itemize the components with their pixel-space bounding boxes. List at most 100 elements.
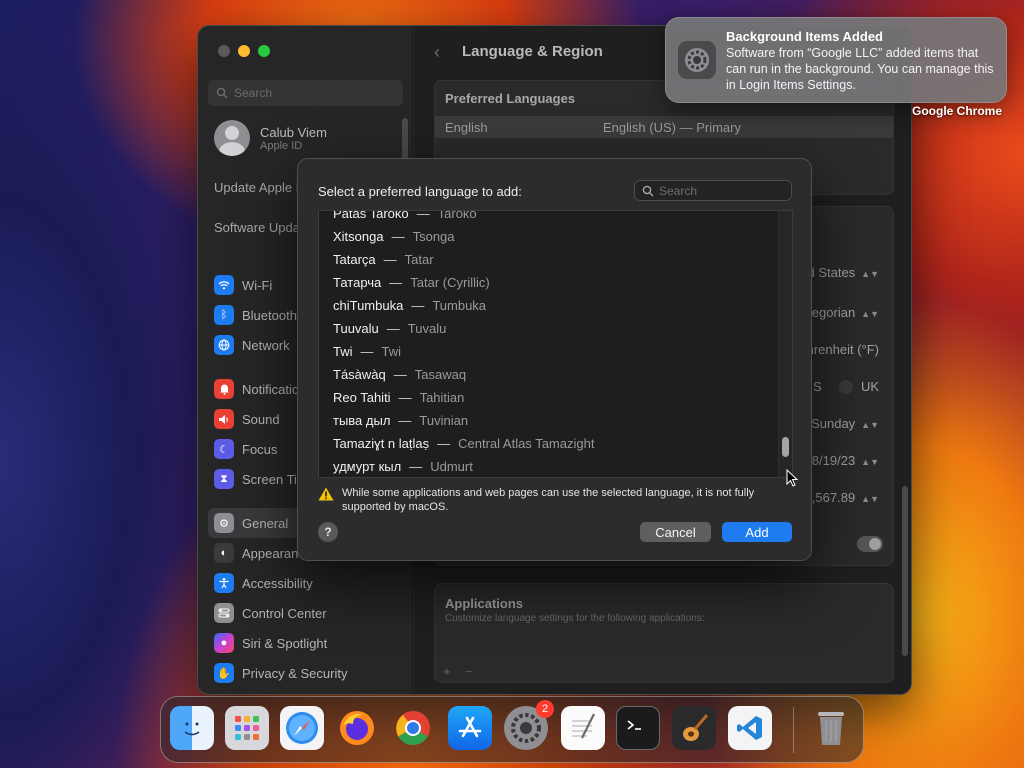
language-english-name: Taroko (437, 210, 477, 221)
back-chevron-icon[interactable]: ‹ (434, 42, 440, 63)
separator-dash: — (409, 459, 423, 474)
language-native-name: Tuuvalu (333, 321, 379, 336)
sidebar-item-label: Siri & Spotlight (242, 635, 328, 651)
separator-dash: — (416, 210, 430, 221)
language-english-name: Twi (381, 344, 402, 359)
list-item[interactable]: Twi — Twi (333, 340, 401, 363)
applications-panel: Applications Customize language settings… (434, 583, 894, 683)
list-item[interactable]: Xitsonga — Tsonga (333, 225, 455, 248)
window-controls (218, 45, 270, 57)
gear-icon: ⚙ (214, 513, 234, 533)
apple-id-label: Apple ID (260, 139, 303, 152)
sidebar-item-label: Control Center (242, 605, 327, 621)
sidebar-item-label: Bluetooth (242, 307, 297, 323)
first-day-select[interactable]: Sunday ▲▼ (811, 416, 879, 431)
mouse-pointer-icon (786, 469, 798, 487)
dock: 2 (160, 696, 864, 763)
list-item[interactable]: Tuuvalu — Tuvalu (333, 317, 446, 340)
sidebar-item-control-center[interactable]: Control Center (208, 598, 403, 628)
language-native-name: Татарча (333, 275, 382, 290)
language-native-name: Xitsonga (333, 229, 384, 244)
applications-description: Customize language settings for the foll… (445, 613, 705, 624)
help-button[interactable]: ? (318, 522, 338, 542)
finder-icon[interactable] (170, 706, 214, 750)
list-item[interactable]: Tásàwàq — Tasawaq (333, 363, 466, 386)
date-format-value: 8/19/23 (811, 453, 856, 468)
notification-title: Background Items Added (726, 29, 883, 44)
language-search-input[interactable]: Search (634, 180, 792, 201)
separator-dash: — (398, 413, 412, 428)
language-english-name: Tsonga (412, 229, 455, 244)
scrollbar-thumb[interactable] (782, 437, 789, 457)
list-item[interactable]: удмурт кыл — Udmurt (333, 455, 473, 477)
stepper-icon: ▲▼ (861, 494, 879, 504)
cancel-button[interactable]: Cancel (640, 522, 711, 542)
close-window-button[interactable] (218, 45, 230, 57)
zoom-window-button[interactable] (258, 45, 270, 57)
system-settings-dock-icon[interactable]: 2 (504, 700, 554, 750)
vscode-icon[interactable] (728, 706, 772, 750)
preferred-language-row[interactable]: English English (US) — Primary (435, 116, 893, 138)
update-apple-id-note[interactable]: Update Apple ID Settings (214, 180, 304, 196)
language-native-name: Reo Tahiti (333, 390, 391, 405)
list-item[interactable]: Reo Tahiti — Tahitian (333, 386, 464, 409)
stepper-icon: ▲▼ (861, 269, 879, 279)
chrome-icon[interactable] (391, 706, 435, 750)
separator-dash: — (360, 344, 374, 359)
terminal-icon[interactable] (616, 706, 660, 750)
language-english-name: Tuvinian (419, 413, 469, 428)
uk-radio-button[interactable] (839, 380, 854, 394)
garageband-icon[interactable] (672, 706, 716, 750)
list-item[interactable]: тыва дыл — Tuvinian (333, 409, 468, 432)
globe-icon (214, 335, 234, 355)
firefox-icon[interactable] (335, 706, 379, 750)
notification-badge: 2 (536, 700, 554, 718)
content-scrollbar[interactable] (902, 486, 908, 656)
stepper-icon: ▲▼ (861, 309, 879, 319)
measurement-radio-group: US UK (804, 379, 879, 394)
list-item[interactable]: Татарча — Tatar (Cyrillic) (333, 271, 490, 294)
language-english-name: Udmurt (430, 459, 473, 474)
launchpad-icon[interactable] (225, 706, 269, 750)
trash-icon[interactable] (809, 706, 853, 750)
sidebar-item-label: Wi-Fi (242, 277, 273, 293)
separator-dash: — (389, 275, 403, 290)
list-item[interactable]: Tamaziɣt n laṭlaṣ — Central Atlas Tamazigh… (333, 432, 594, 455)
language-english-name: Tasawaq (414, 367, 467, 382)
textedit-icon[interactable] (561, 706, 605, 750)
add-language-dialog: Select a preferred language to add: Sear… (297, 158, 812, 561)
unsupported-language-warning: While some applications and web pages ca… (318, 486, 788, 514)
add-application-button[interactable]: + (443, 664, 451, 679)
bluetooth-icon: ᛒ (214, 305, 234, 325)
language-native-name: удмурт кыл (333, 459, 402, 474)
language-native-name: chiTumbuka (333, 298, 404, 313)
hourglass-icon: ⧗ (214, 469, 234, 489)
avatar (214, 120, 250, 156)
sidebar-item-siri-spotlight[interactable]: ● Siri & Spotlight (208, 628, 403, 658)
separator-dash: — (411, 298, 425, 313)
add-button[interactable]: Add (722, 522, 792, 542)
live-text-toggle[interactable] (857, 536, 883, 552)
first-day-value: Sunday (811, 416, 856, 431)
date-format-select[interactable]: 8/19/23 ▲▼ (812, 453, 879, 468)
list-item[interactable]: Patas Taroko — Taroko (333, 210, 477, 225)
software-update-note[interactable]: Software Update Available (214, 220, 304, 236)
measurement-uk-option[interactable]: UK (861, 379, 879, 394)
language-native-name: Tásàwàq (333, 367, 386, 382)
app-store-icon[interactable] (448, 706, 492, 750)
stepper-icon: ▲▼ (861, 420, 879, 430)
background-items-notification[interactable]: Background Items Added Software from “Go… (665, 17, 1007, 103)
language-english-name: Tatar (404, 252, 434, 267)
sidebar-item-privacy-security[interactable]: ✋ Privacy & Security (208, 658, 403, 688)
language-english-name: Central Atlas Tamazight (458, 436, 595, 451)
separator-dash: — (386, 321, 400, 336)
list-item[interactable]: chiTumbuka — Tumbuka (333, 294, 486, 317)
safari-icon[interactable] (280, 706, 324, 750)
minimize-window-button[interactable] (238, 45, 250, 57)
sidebar-search-input[interactable]: Search (208, 80, 403, 106)
language-list-scrollbar[interactable] (778, 211, 792, 477)
apple-id-row[interactable]: Calub Viem Apple ID (214, 120, 327, 156)
list-item[interactable]: Tatarça — Tatar (333, 248, 434, 271)
sidebar-item-accessibility[interactable]: Accessibility (208, 568, 403, 598)
remove-application-button[interactable]: − (465, 664, 473, 679)
